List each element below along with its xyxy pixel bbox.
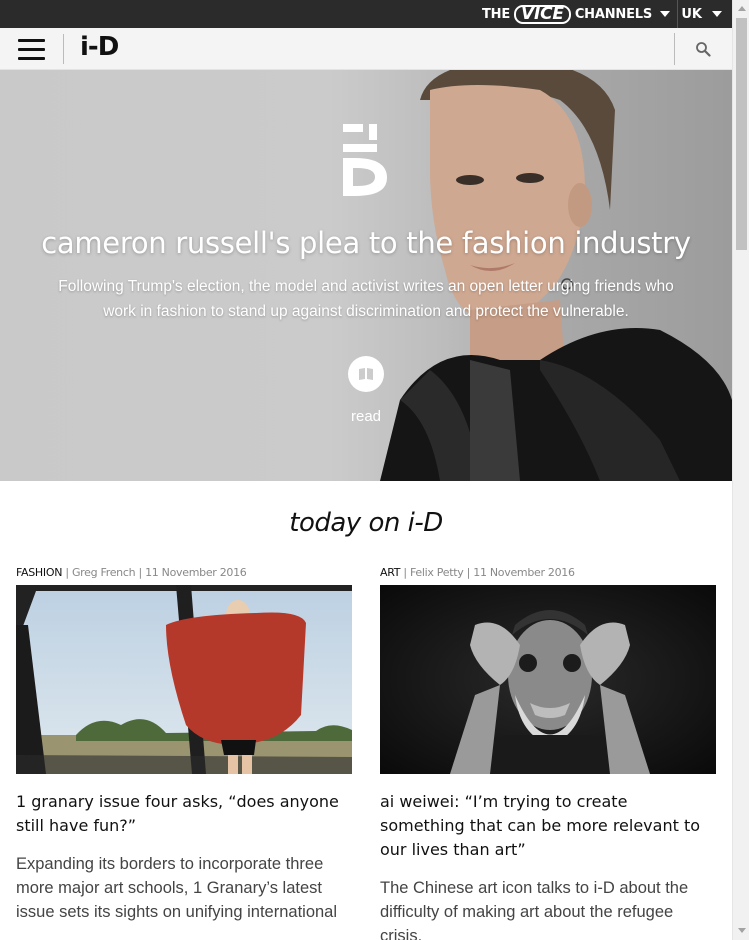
scrollbar[interactable] — [732, 0, 749, 940]
article-author[interactable]: Felix Petty — [410, 566, 464, 579]
article-description: Expanding its borders to incorporate thr… — [16, 855, 338, 921]
article-author[interactable]: Greg French — [72, 566, 136, 579]
region-selector[interactable]: UK — [681, 0, 722, 28]
article-card[interactable]: ART | Felix Petty | 11 November 2016 ai … — [380, 566, 716, 940]
menu-icon[interactable] — [18, 37, 45, 61]
vice-channels-dropdown[interactable]: THE VICE CHANNELS — [482, 0, 670, 28]
chevron-down-icon — [712, 11, 722, 17]
article-description: The Chinese art icon talks to i-D about … — [380, 879, 689, 940]
article-date: 11 November 2016 — [145, 566, 247, 579]
article-title[interactable]: 1 granary issue four asks, “does anyone … — [16, 790, 352, 838]
id-logo-icon — [343, 124, 387, 196]
region-label: UK — [681, 6, 702, 22]
article-title[interactable]: ai weiwei: “I’m trying to create somethi… — [380, 790, 716, 862]
article-category[interactable]: FASHION — [16, 566, 62, 579]
section-title: today on i-D — [289, 508, 443, 538]
article-category[interactable]: ART — [380, 566, 400, 579]
hero-feature[interactable]: cameron russell's plea to the fashion in… — [0, 70, 732, 481]
read-label[interactable]: read — [330, 408, 402, 425]
chevron-down-icon — [660, 11, 670, 17]
article-image-graphic — [380, 585, 716, 774]
vice-bar-divider — [677, 0, 678, 28]
header-divider — [63, 34, 64, 64]
article-card[interactable]: FASHION | Greg French | 11 November 2016 — [16, 566, 352, 924]
vice-logo: VICE — [514, 4, 571, 24]
article-meta: ART | Felix Petty | 11 November 2016 — [380, 566, 575, 579]
site-logo[interactable]: i-D — [80, 32, 119, 62]
vice-channels-bar: THE VICE CHANNELS UK — [0, 0, 732, 28]
site-header: i-D — [0, 28, 732, 70]
article-image[interactable] — [16, 585, 352, 774]
scroll-down-icon[interactable] — [738, 928, 746, 933]
vice-the-label: THE — [482, 6, 511, 22]
article-date: 11 November 2016 — [473, 566, 575, 579]
hero-subtitle: Following Trump's election, the model an… — [58, 278, 674, 320]
article-meta: FASHION | Greg French | 11 November 2016 — [16, 566, 247, 579]
hero-title[interactable]: cameron russell's plea to the fashion in… — [0, 226, 732, 260]
scroll-up-icon[interactable] — [738, 6, 746, 11]
search-icon[interactable] — [695, 41, 711, 57]
article-image[interactable] — [380, 585, 716, 774]
book-icon — [359, 368, 373, 380]
read-button[interactable] — [348, 356, 384, 392]
article-image-graphic — [16, 585, 352, 774]
search-divider — [674, 33, 675, 65]
scrollbar-thumb[interactable] — [736, 18, 747, 250]
vice-channels-label: CHANNELS — [574, 6, 652, 22]
